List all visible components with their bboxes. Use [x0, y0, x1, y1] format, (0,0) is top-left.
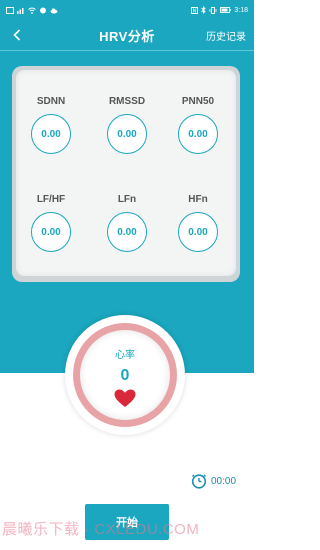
chevron-left-icon — [13, 29, 21, 41]
vibrate-icon — [209, 6, 217, 14]
timer-value: 00:00 — [211, 475, 237, 487]
metric-label: LF/HF — [36, 194, 66, 205]
heart-rate-value: 0 — [120, 367, 130, 384]
metric-lfn: LFn 0.00 — [97, 194, 157, 252]
heart-icon — [114, 389, 136, 407]
back-button[interactable] — [8, 25, 26, 45]
metric-rmssd: RMSSD 0.00 — [97, 96, 157, 154]
page-title: HRV分析 — [99, 28, 155, 44]
status-bar: N 3:18 — [0, 0, 254, 20]
svg-text:N: N — [193, 8, 197, 13]
start-button[interactable]: 开始 — [85, 504, 169, 540]
metric-label: HFn — [188, 194, 208, 205]
cloud-icon — [50, 7, 58, 13]
heart-rate-display: 心率 0 — [80, 330, 170, 420]
clock-icon — [191, 474, 207, 489]
metric-hfn: HFn 0.00 — [168, 194, 228, 252]
metric-value: 0.00 — [178, 212, 218, 252]
nfc-icon: N — [191, 6, 199, 14]
sim-icon — [17, 7, 24, 14]
metric-label: PNN50 — [181, 96, 215, 107]
message-icon — [40, 7, 46, 13]
history-button[interactable]: 历史记录 — [206, 28, 246, 43]
status-left-icons — [6, 6, 58, 14]
metric-pnn50: PNN50 0.00 — [168, 96, 228, 154]
metric-lf-hf: LF/HF 0.00 — [21, 194, 81, 252]
metric-value: 0.00 — [31, 114, 71, 154]
metric-label: RMSSD — [108, 96, 146, 107]
metric-value: 0.00 — [31, 212, 71, 252]
heart-rate-label: 心率 — [115, 350, 135, 361]
metric-value: 0.00 — [107, 114, 147, 154]
metrics-card: SDNN 0.00 RMSSD 0.00 PNN50 0.00 LF/HF 0.… — [16, 70, 236, 276]
bluetooth-icon — [201, 6, 207, 14]
wifi-icon — [28, 7, 36, 14]
status-time: 3:18 — [234, 6, 248, 14]
metric-value: 0.00 — [107, 212, 147, 252]
notification-icon — [6, 6, 14, 14]
status-right-icons: N 3:18 — [191, 6, 248, 14]
metric-label: SDNN — [36, 96, 66, 107]
metric-label: LFn — [117, 194, 137, 205]
nav-bar: HRV分析 历史记录 — [0, 20, 254, 50]
battery-icon — [220, 7, 232, 13]
metric-sdnn: SDNN 0.00 — [21, 96, 81, 154]
metric-value: 0.00 — [178, 114, 218, 154]
timer: 00:00 — [191, 473, 236, 489]
